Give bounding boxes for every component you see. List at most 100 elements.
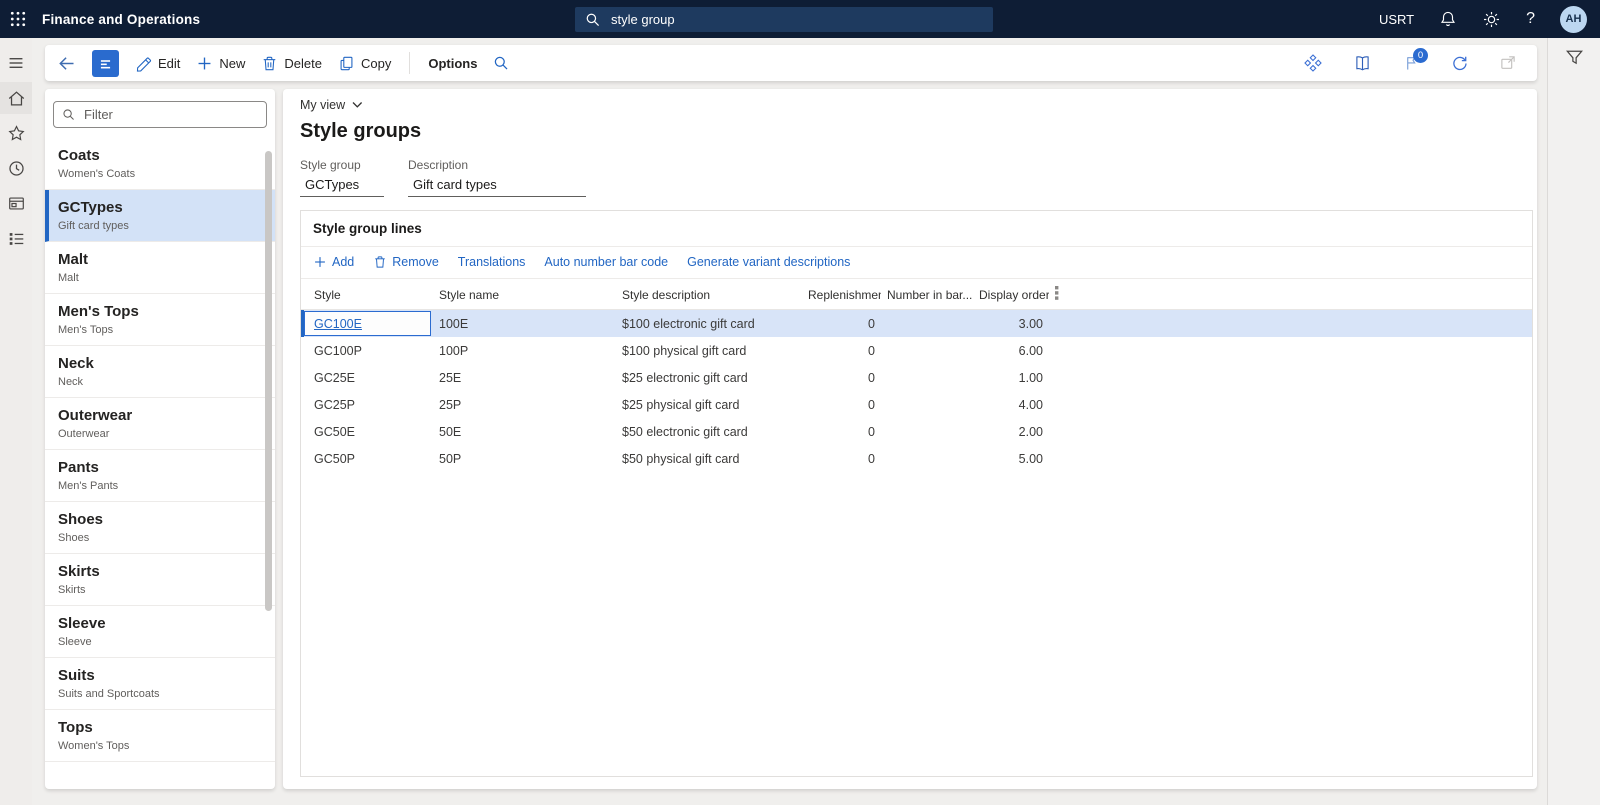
settings-gear-icon[interactable] bbox=[1482, 10, 1501, 29]
style-group-list-item[interactable]: GCTypes Gift card types bbox=[45, 190, 275, 242]
toolbar-search-icon[interactable] bbox=[493, 55, 510, 72]
options-menu[interactable]: Options bbox=[428, 56, 477, 71]
display-order-cell[interactable]: 3.00 bbox=[973, 310, 1049, 338]
nav-workspaces-icon[interactable] bbox=[0, 187, 32, 219]
list-scrollbar-thumb[interactable] bbox=[265, 151, 272, 611]
style-group-input[interactable]: GCTypes bbox=[300, 172, 384, 197]
display-order-cell[interactable]: 2.00 bbox=[973, 418, 1049, 445]
back-button[interactable] bbox=[57, 54, 76, 73]
display-order-cell[interactable]: 6.00 bbox=[973, 337, 1049, 364]
column-header[interactable]: Replenishment... bbox=[802, 279, 881, 310]
style-name-cell[interactable]: 25P bbox=[433, 391, 616, 418]
translations-button[interactable]: Translations bbox=[458, 255, 526, 269]
column-header[interactable]: Display order bbox=[973, 279, 1049, 310]
replenishment-cell[interactable]: 0 bbox=[802, 364, 881, 391]
number-in-bar-cell[interactable] bbox=[881, 391, 973, 418]
replenishment-cell[interactable]: 0 bbox=[802, 418, 881, 445]
table-row[interactable]: GC100E 100E $100 electronic gift card 0 3.00 bbox=[301, 309, 1532, 338]
new-button[interactable]: New bbox=[196, 55, 245, 72]
style-cell[interactable]: GC25P bbox=[301, 391, 433, 418]
grid-options-icon[interactable] bbox=[1049, 279, 1532, 310]
style-name-cell[interactable]: 100P bbox=[433, 337, 616, 364]
views-diamond-icon[interactable] bbox=[1303, 53, 1323, 73]
style-cell[interactable]: GC50E bbox=[301, 418, 433, 445]
table-row[interactable]: GC50P 50P $50 physical gift card 0 5.00 bbox=[301, 445, 1532, 472]
style-cell[interactable]: GC100P bbox=[301, 337, 433, 364]
message-center-flag-icon[interactable]: 0 bbox=[1402, 48, 1428, 72]
filter-input[interactable] bbox=[82, 106, 242, 123]
copy-button[interactable]: Copy bbox=[338, 55, 391, 72]
style-description-cell[interactable]: $25 electronic gift card bbox=[616, 364, 802, 391]
style-group-list-item[interactable]: Pants Men's Pants bbox=[45, 450, 275, 502]
book-icon[interactable] bbox=[1353, 54, 1372, 73]
style-description-cell[interactable]: $50 physical gift card bbox=[616, 445, 802, 472]
delete-button[interactable]: Delete bbox=[261, 55, 322, 72]
generate-variant-descriptions-button[interactable]: Generate variant descriptions bbox=[687, 255, 850, 269]
number-in-bar-cell[interactable] bbox=[881, 310, 973, 338]
table-row[interactable]: GC100P 100P $100 physical gift card 0 6.00 bbox=[301, 337, 1532, 364]
help-icon[interactable]: ? bbox=[1526, 10, 1535, 28]
style-group-list-item[interactable]: Men's Tops Men's Tops bbox=[45, 294, 275, 346]
nav-favorites-star-icon[interactable] bbox=[0, 117, 32, 149]
empty-cell[interactable] bbox=[1049, 418, 1532, 445]
style-group-list-item[interactable]: Outerwear Outerwear bbox=[45, 398, 275, 450]
column-header[interactable]: Style description bbox=[616, 279, 802, 310]
display-order-cell[interactable]: 5.00 bbox=[973, 445, 1049, 472]
filter-funnel-icon[interactable] bbox=[1564, 47, 1585, 805]
list-filter-box[interactable] bbox=[53, 101, 267, 128]
view-selector[interactable]: My view bbox=[300, 98, 370, 112]
number-in-bar-cell[interactable] bbox=[881, 418, 973, 445]
style-name-cell[interactable]: 50P bbox=[433, 445, 616, 472]
style-description-cell[interactable]: $100 electronic gift card bbox=[616, 310, 802, 338]
style-group-list-item[interactable]: Malt Malt bbox=[45, 242, 275, 294]
remove-line-button[interactable]: Remove bbox=[373, 255, 439, 269]
style-cell[interactable]: GC25E bbox=[301, 364, 433, 391]
app-launcher-icon[interactable] bbox=[0, 0, 36, 38]
style-cell[interactable]: GC50P bbox=[301, 445, 433, 472]
edit-button[interactable]: Edit bbox=[135, 55, 180, 72]
number-in-bar-cell[interactable] bbox=[881, 364, 973, 391]
style-description-cell[interactable]: $100 physical gift card bbox=[616, 337, 802, 364]
global-search-input[interactable] bbox=[609, 11, 949, 28]
style-description-cell[interactable]: $50 electronic gift card bbox=[616, 418, 802, 445]
style-name-cell[interactable]: 50E bbox=[433, 418, 616, 445]
refresh-icon[interactable] bbox=[1450, 54, 1469, 73]
empty-cell[interactable] bbox=[1049, 391, 1532, 418]
table-row[interactable]: GC25P 25P $25 physical gift card 0 4.00 bbox=[301, 391, 1532, 418]
style-cell[interactable]: GC100E bbox=[301, 310, 433, 338]
replenishment-cell[interactable]: 0 bbox=[802, 445, 881, 472]
style-group-list-item[interactable]: Sleeve Sleeve bbox=[45, 606, 275, 658]
nav-recent-clock-icon[interactable] bbox=[0, 152, 32, 184]
avatar[interactable]: AH bbox=[1560, 5, 1587, 33]
style-group-list-item[interactable]: Shoes Shoes bbox=[45, 502, 275, 554]
nav-home-icon[interactable] bbox=[0, 82, 32, 114]
empty-cell[interactable] bbox=[1049, 337, 1532, 364]
notifications-bell-icon[interactable] bbox=[1439, 10, 1457, 28]
style-name-cell[interactable]: 100E bbox=[433, 310, 616, 338]
display-order-cell[interactable]: 4.00 bbox=[973, 391, 1049, 418]
description-input[interactable]: Gift card types bbox=[408, 172, 586, 197]
display-order-cell[interactable]: 1.00 bbox=[973, 364, 1049, 391]
style-group-list-item[interactable]: Suits Suits and Sportcoats bbox=[45, 658, 275, 710]
column-header[interactable]: Number in bar... bbox=[881, 279, 973, 310]
table-row[interactable]: GC50E 50E $50 electronic gift card 0 2.00 bbox=[301, 418, 1532, 445]
empty-cell[interactable] bbox=[1049, 364, 1532, 391]
style-description-cell[interactable]: $25 physical gift card bbox=[616, 391, 802, 418]
nav-modules-list-icon[interactable] bbox=[0, 222, 32, 254]
empty-cell[interactable] bbox=[1049, 445, 1532, 472]
details-view-button[interactable] bbox=[92, 49, 119, 77]
style-group-list-item[interactable]: Tops Women's Tops bbox=[45, 710, 275, 762]
nav-menu-icon[interactable] bbox=[0, 47, 32, 79]
number-in-bar-cell[interactable] bbox=[881, 337, 973, 364]
style-group-list-item[interactable]: Coats Women's Coats bbox=[45, 138, 275, 190]
style-name-cell[interactable]: 25E bbox=[433, 364, 616, 391]
replenishment-cell[interactable]: 0 bbox=[802, 310, 881, 338]
focused-cell[interactable]: GC100E bbox=[304, 311, 431, 336]
number-in-bar-cell[interactable] bbox=[881, 445, 973, 472]
style-group-list-item[interactable]: Neck Neck bbox=[45, 346, 275, 398]
empty-cell[interactable] bbox=[1049, 310, 1532, 338]
add-line-button[interactable]: Add bbox=[313, 255, 354, 269]
column-header[interactable]: Style name bbox=[433, 279, 616, 310]
auto-number-bar-code-button[interactable]: Auto number bar code bbox=[544, 255, 668, 269]
style-group-list-item[interactable]: Skirts Skirts bbox=[45, 554, 275, 606]
